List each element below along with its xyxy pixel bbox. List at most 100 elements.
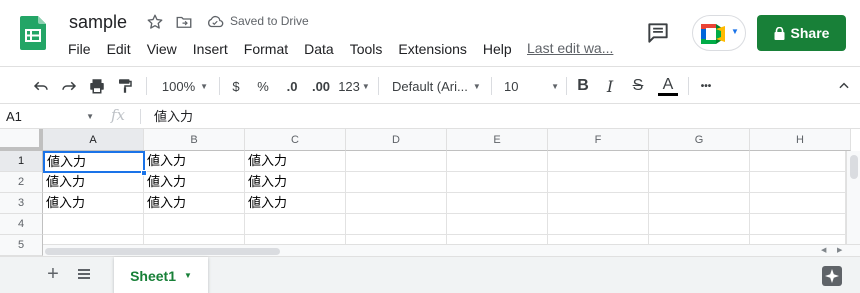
share-button[interactable]: Share <box>757 15 846 51</box>
cell-f2[interactable] <box>548 172 649 193</box>
cell-a4[interactable] <box>43 214 144 235</box>
strikethrough-button[interactable]: S <box>630 75 646 97</box>
row-header-3[interactable]: 3 <box>0 193 43 214</box>
menu-help[interactable]: Help <box>475 40 520 58</box>
column-header-e[interactable]: E <box>447 129 548 151</box>
sheets-logo-icon[interactable] <box>20 16 46 50</box>
cell-e3[interactable] <box>447 193 548 214</box>
decrease-decimal-button[interactable]: .0 <box>280 75 304 97</box>
cell-e4[interactable] <box>447 214 548 235</box>
column-header-g[interactable]: G <box>649 129 750 151</box>
cloud-done-icon[interactable] <box>206 13 224 31</box>
sheet-tab-label: Sheet1 <box>130 267 176 284</box>
document-title[interactable]: sample <box>69 12 127 33</box>
cell-e2[interactable] <box>447 172 548 193</box>
row-header-2[interactable]: 2 <box>0 172 43 193</box>
collapse-menus-button[interactable] <box>835 75 853 97</box>
cell-g4[interactable] <box>649 214 750 235</box>
horizontal-scroll-thumb[interactable] <box>45 248 280 255</box>
fill-handle[interactable] <box>141 170 147 176</box>
column-header-h[interactable]: H <box>750 129 851 151</box>
font-select[interactable]: Default (Ari... ▼ <box>392 75 484 97</box>
cell-h3[interactable] <box>750 193 846 214</box>
menu-file[interactable]: File <box>60 40 99 58</box>
comments-icon[interactable] <box>645 20 671 46</box>
currency-format-button[interactable]: $ <box>227 75 245 97</box>
select-all-corner[interactable] <box>0 129 43 151</box>
redo-button[interactable] <box>58 75 80 97</box>
cell-a2[interactable]: 値入力 <box>43 172 144 193</box>
menu-insert[interactable]: Insert <box>185 40 236 58</box>
increase-decimal-button[interactable]: .00 <box>308 75 334 97</box>
column-header-c[interactable]: C <box>245 129 346 151</box>
more-tools-button[interactable]: ••• <box>696 75 716 97</box>
meet-dropdown-icon[interactable]: ▼ <box>731 27 739 36</box>
row-header-5[interactable]: 5 <box>0 235 43 256</box>
cell-c4[interactable] <box>245 214 346 235</box>
cell-h1[interactable] <box>750 151 846 172</box>
text-color-button[interactable]: A <box>657 75 679 97</box>
bold-button[interactable]: B <box>575 75 591 97</box>
cell-a1[interactable]: 値入力 <box>43 151 145 173</box>
more-formats-button[interactable]: 123 ▼ <box>337 75 371 97</box>
star-icon[interactable] <box>146 13 164 31</box>
add-sheet-icon[interactable]: + <box>44 264 62 284</box>
vertical-scroll-thumb[interactable] <box>850 155 858 179</box>
cell-h2[interactable] <box>750 172 846 193</box>
name-box[interactable]: A1 ▼ <box>0 104 102 129</box>
cell-d1[interactable] <box>346 151 447 172</box>
zoom-select[interactable]: 100% ▼ <box>158 75 212 97</box>
cell-d2[interactable] <box>346 172 447 193</box>
formula-input[interactable]: 値入力 <box>154 104 193 129</box>
row-header-1[interactable]: 1 <box>0 151 43 172</box>
cell-c1[interactable]: 値入力 <box>245 151 346 172</box>
cell-e1[interactable] <box>447 151 548 172</box>
cell-b4[interactable] <box>144 214 245 235</box>
undo-button[interactable] <box>30 75 52 97</box>
cell-c2[interactable]: 値入力 <box>245 172 346 193</box>
cell-d3[interactable] <box>346 193 447 214</box>
cell-b1[interactable]: 値入力 <box>144 151 245 172</box>
column-header-a[interactable]: A <box>43 129 144 151</box>
percent-format-button[interactable]: % <box>254 75 272 97</box>
cell-g2[interactable] <box>649 172 750 193</box>
text-color-swatch <box>658 92 678 96</box>
menu-view[interactable]: View <box>139 40 185 58</box>
column-header-d[interactable]: D <box>346 129 447 151</box>
column-header-b[interactable]: B <box>144 129 245 151</box>
move-folder-icon[interactable] <box>175 13 193 31</box>
last-edit-link[interactable]: Last edit wa... <box>527 40 613 56</box>
meet-button[interactable]: ▼ <box>692 15 746 51</box>
cell-f3[interactable] <box>548 193 649 214</box>
column-header-f[interactable]: F <box>548 129 649 151</box>
cell-d4[interactable] <box>346 214 447 235</box>
cell-b2[interactable]: 値入力 <box>144 172 245 193</box>
print-button[interactable] <box>86 75 108 97</box>
cell-g1[interactable] <box>649 151 750 172</box>
cell-g3[interactable] <box>649 193 750 214</box>
italic-button[interactable]: I <box>602 75 618 97</box>
menu-format[interactable]: Format <box>236 40 296 58</box>
cell-a3[interactable]: 値入力 <box>43 193 144 214</box>
toolbar-divider <box>219 77 220 95</box>
font-size-select[interactable]: 10 ▼ <box>504 75 559 97</box>
row-header-4[interactable]: 4 <box>0 214 43 235</box>
name-box-dropdown-icon: ▼ <box>86 112 94 121</box>
zoom-value: 100% <box>161 78 196 94</box>
menu-tools[interactable]: Tools <box>342 40 391 58</box>
sheet-tab-dropdown-icon[interactable]: ▼ <box>184 271 192 280</box>
paint-format-button[interactable] <box>114 75 136 97</box>
cell-f1[interactable] <box>548 151 649 172</box>
vertical-scrollbar[interactable] <box>846 151 860 256</box>
menu-edit[interactable]: Edit <box>99 40 139 58</box>
menu-data[interactable]: Data <box>296 40 342 58</box>
menu-extensions[interactable]: Extensions <box>390 40 474 58</box>
cell-h4[interactable] <box>750 214 846 235</box>
cell-c3[interactable]: 値入力 <box>245 193 346 214</box>
cell-f4[interactable] <box>548 214 649 235</box>
explore-button[interactable] <box>822 266 842 286</box>
cell-b3[interactable]: 値入力 <box>144 193 245 214</box>
horizontal-scrollbar[interactable]: ◀ ▶ <box>43 244 860 256</box>
all-sheets-icon[interactable] <box>75 265 93 283</box>
sheet-tab-sheet1[interactable]: Sheet1 ▼ <box>114 257 208 293</box>
